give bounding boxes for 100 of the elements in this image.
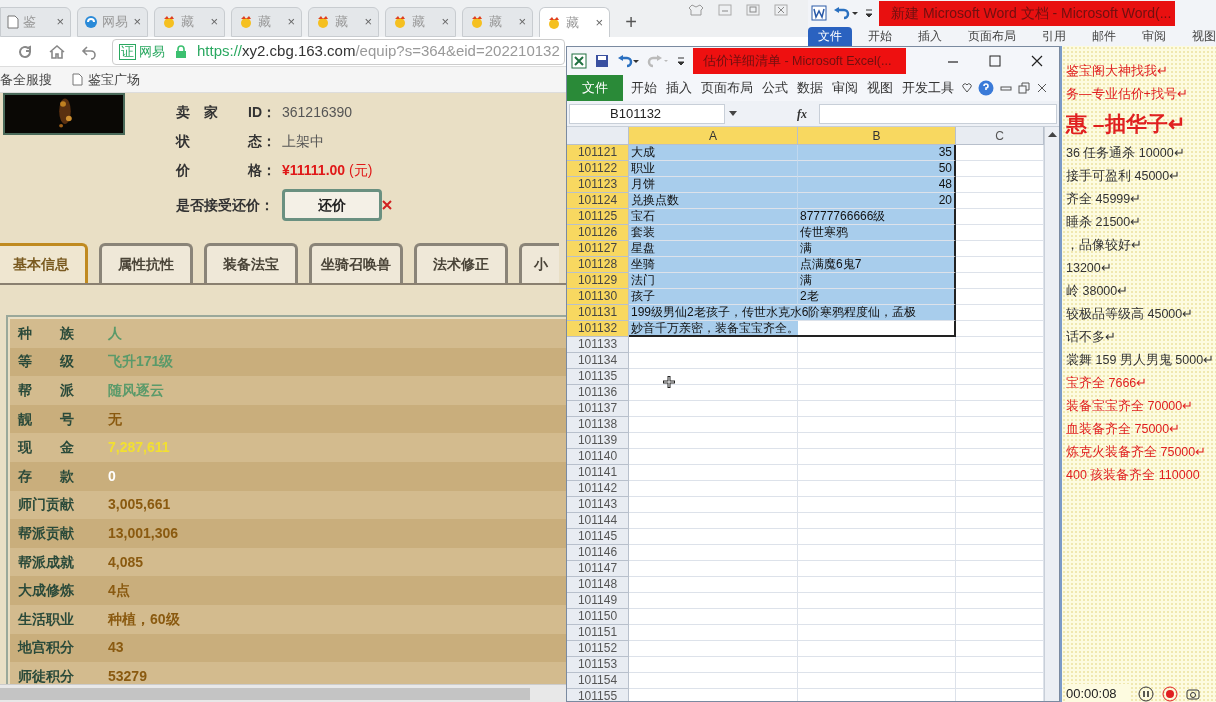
bookmark-link[interactable]: 鉴宝广场 bbox=[72, 69, 140, 90]
heart-icon[interactable] bbox=[962, 83, 972, 93]
row-header[interactable]: 101139 bbox=[567, 433, 629, 449]
section-tab[interactable]: 法术修正 bbox=[414, 243, 508, 283]
row-header[interactable]: 101145 bbox=[567, 529, 629, 545]
formula-field[interactable] bbox=[819, 103, 1057, 124]
close-icon[interactable]: × bbox=[441, 12, 449, 32]
row-header[interactable]: 101131 bbox=[567, 305, 629, 321]
row-header[interactable]: 101121 bbox=[567, 145, 629, 161]
counter-offer-button[interactable]: 还价 bbox=[282, 189, 382, 221]
close-icon[interactable]: × bbox=[287, 12, 295, 32]
row-header[interactable]: 101155 bbox=[567, 689, 629, 701]
browser-tab[interactable]: 藏 × bbox=[462, 7, 533, 37]
camera-icon[interactable] bbox=[1186, 687, 1200, 701]
dropdown-icon[interactable] bbox=[729, 110, 737, 117]
help-icon[interactable] bbox=[978, 80, 994, 96]
row-header[interactable]: 101135 bbox=[567, 369, 629, 385]
row-header[interactable]: 101137 bbox=[567, 401, 629, 417]
close-icon[interactable]: × bbox=[133, 12, 141, 32]
save-icon[interactable] bbox=[595, 54, 609, 68]
browser-tab[interactable]: 鉴 × bbox=[0, 7, 71, 37]
row-header[interactable]: 101150 bbox=[567, 609, 629, 625]
address-bar[interactable]: 证 网易 https://xy2.cbg.163.com/equip?s=364&eid=202210132 bbox=[112, 38, 565, 65]
customize-icon[interactable] bbox=[677, 55, 685, 67]
undo-icon[interactable] bbox=[617, 54, 639, 68]
row-header[interactable]: 101140 bbox=[567, 449, 629, 465]
ribbon-tab[interactable]: 引用 bbox=[1042, 28, 1066, 44]
section-tab[interactable]: 坐骑召唤兽 bbox=[309, 243, 403, 283]
ribbon-tab[interactable]: 视图 bbox=[867, 78, 893, 98]
ribbon-tab[interactable]: 公式 bbox=[762, 78, 788, 98]
close-icon[interactable] bbox=[1031, 55, 1043, 67]
pause-icon[interactable] bbox=[1138, 686, 1154, 702]
customize-icon[interactable] bbox=[865, 7, 873, 19]
close-icon[interactable]: × bbox=[56, 12, 64, 32]
row-header[interactable]: 101152 bbox=[567, 641, 629, 657]
ribbon-tab[interactable]: 邮件 bbox=[1092, 28, 1116, 44]
column-header[interactable]: B bbox=[798, 127, 956, 145]
vertical-scrollbar[interactable] bbox=[1044, 127, 1059, 701]
row-header[interactable]: 101132 bbox=[567, 321, 629, 337]
row-header[interactable]: 101136 bbox=[567, 385, 629, 401]
close-icon[interactable]: × bbox=[518, 12, 526, 32]
section-tab[interactable]: 小 bbox=[519, 243, 559, 283]
name-box[interactable]: B101132 bbox=[569, 103, 725, 124]
row-header[interactable]: 101141 bbox=[567, 465, 629, 481]
column-header[interactable]: C bbox=[956, 127, 1044, 145]
close-icon[interactable]: × bbox=[364, 12, 372, 32]
close-icon[interactable] bbox=[1036, 82, 1048, 94]
section-tab[interactable]: 属性抗性 bbox=[99, 243, 193, 283]
row-header[interactable]: 101146 bbox=[567, 545, 629, 561]
row-header[interactable]: 101126 bbox=[567, 225, 629, 241]
maximize-icon[interactable] bbox=[989, 55, 1001, 67]
new-tab-button[interactable]: + bbox=[616, 7, 646, 37]
browser-tab[interactable]: 藏 × bbox=[385, 7, 456, 37]
ribbon-tab[interactable]: 插入 bbox=[918, 28, 942, 44]
row-header[interactable]: 101142 bbox=[567, 481, 629, 497]
row-header[interactable]: 101148 bbox=[567, 577, 629, 593]
ribbon-tab[interactable]: 开发工具 bbox=[902, 78, 954, 98]
ribbon-tab[interactable]: 审阅 bbox=[832, 78, 858, 98]
row-header[interactable]: 101130 bbox=[567, 289, 629, 305]
browser-tab[interactable]: 藏 × bbox=[231, 7, 302, 37]
row-header[interactable]: 101127 bbox=[567, 241, 629, 257]
ribbon-tab[interactable]: 数据 bbox=[797, 78, 823, 98]
bookmark-link[interactable]: 备全服搜 bbox=[0, 69, 52, 90]
browser-tab[interactable]: 藏 × bbox=[539, 7, 610, 37]
ribbon-tab[interactable]: 审阅 bbox=[1142, 28, 1166, 44]
browser-tab[interactable]: 网易 × bbox=[77, 7, 148, 37]
row-header[interactable]: 101154 bbox=[567, 673, 629, 689]
row-header[interactable]: 101129 bbox=[567, 273, 629, 289]
ribbon-tab[interactable]: 开始 bbox=[868, 28, 892, 44]
file-tab[interactable]: 文件 bbox=[808, 27, 852, 46]
section-tab[interactable]: 装备法宝 bbox=[204, 243, 298, 283]
column-header[interactable]: A bbox=[629, 127, 798, 145]
home-icon[interactable] bbox=[48, 42, 66, 61]
close-icon[interactable]: × bbox=[210, 12, 218, 32]
row-header[interactable]: 101122 bbox=[567, 161, 629, 177]
row-header[interactable]: 101153 bbox=[567, 657, 629, 673]
ribbon-tab[interactable]: 页面布局 bbox=[701, 78, 753, 98]
function-icon[interactable]: fx bbox=[797, 104, 807, 123]
restore-icon[interactable] bbox=[1018, 82, 1030, 94]
row-header[interactable]: 101151 bbox=[567, 625, 629, 641]
row-header[interactable]: 101123 bbox=[567, 177, 629, 193]
undo-icon[interactable] bbox=[833, 6, 859, 20]
row-header[interactable]: 101133 bbox=[567, 337, 629, 353]
row-header[interactable]: 101147 bbox=[567, 561, 629, 577]
row-header[interactable]: 101143 bbox=[567, 497, 629, 513]
horizontal-scrollbar[interactable] bbox=[0, 684, 566, 702]
shirt-icon[interactable] bbox=[688, 4, 704, 16]
browser-tab[interactable]: 藏 × bbox=[154, 7, 225, 37]
row-header[interactable]: 101138 bbox=[567, 417, 629, 433]
row-header[interactable]: 101134 bbox=[567, 353, 629, 369]
ribbon-tab[interactable]: 开始 bbox=[631, 78, 657, 98]
browser-tab[interactable]: 藏 × bbox=[308, 7, 379, 37]
row-header[interactable]: 101144 bbox=[567, 513, 629, 529]
stop-icon[interactable] bbox=[1162, 686, 1178, 702]
close-icon[interactable]: × bbox=[595, 12, 603, 33]
minimize-icon[interactable] bbox=[1000, 83, 1012, 93]
ribbon-tab[interactable]: 插入 bbox=[666, 78, 692, 98]
section-tab[interactable]: 基本信息 bbox=[0, 243, 88, 283]
row-header[interactable]: 101149 bbox=[567, 593, 629, 609]
row-header[interactable]: 101128 bbox=[567, 257, 629, 273]
